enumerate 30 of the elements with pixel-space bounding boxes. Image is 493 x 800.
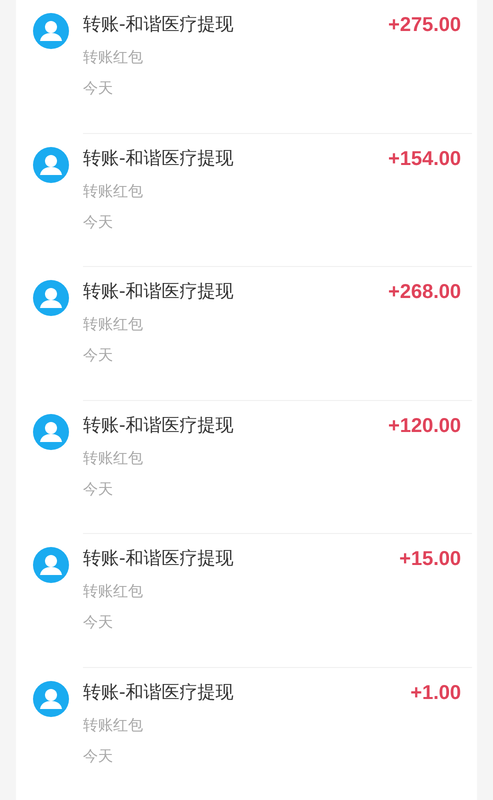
amount-text: +120.00: [388, 414, 461, 439]
transaction-type: 转账红包: [83, 180, 143, 202]
transaction-title: 转账-和谐医疗提现: [83, 414, 234, 438]
transaction-date: 今天: [83, 612, 113, 634]
transaction-title: 转账-和谐医疗提现: [83, 13, 234, 37]
amount-text: +275.00: [388, 13, 461, 38]
transaction-type: 转账红包: [83, 714, 143, 736]
transaction-type: 转账红包: [83, 47, 143, 68]
transaction-type: 转账红包: [83, 448, 143, 469]
avatar-icon: [33, 13, 69, 49]
amount-text: +15.00: [399, 547, 461, 572]
transaction-date: 今天: [83, 746, 113, 767]
transaction-type: 转账红包: [83, 314, 143, 336]
transaction-title: 转账-和谐医疗提现: [83, 146, 234, 171]
avatar-icon: [33, 414, 69, 450]
transaction-title: 转账-和谐医疗提现: [83, 547, 234, 572]
amount-text: +268.00: [388, 280, 461, 306]
transaction-date: 今天: [83, 345, 113, 366]
avatar-icon: [33, 146, 69, 183]
transaction-date: 今天: [83, 78, 113, 99]
transaction-date: 今天: [83, 212, 113, 233]
transaction-date: 今天: [83, 478, 113, 500]
transaction-title: 转账-和谐医疗提现: [83, 680, 234, 705]
avatar-icon: [33, 547, 69, 584]
avatar-icon: [33, 680, 69, 717]
avatar-icon: [33, 280, 69, 316]
transaction-title: 转账-和谐医疗提现: [83, 280, 234, 304]
amount-text: +1.00: [410, 680, 461, 706]
transaction-type: 转账红包: [83, 581, 143, 602]
amount-text: +154.00: [388, 146, 461, 172]
